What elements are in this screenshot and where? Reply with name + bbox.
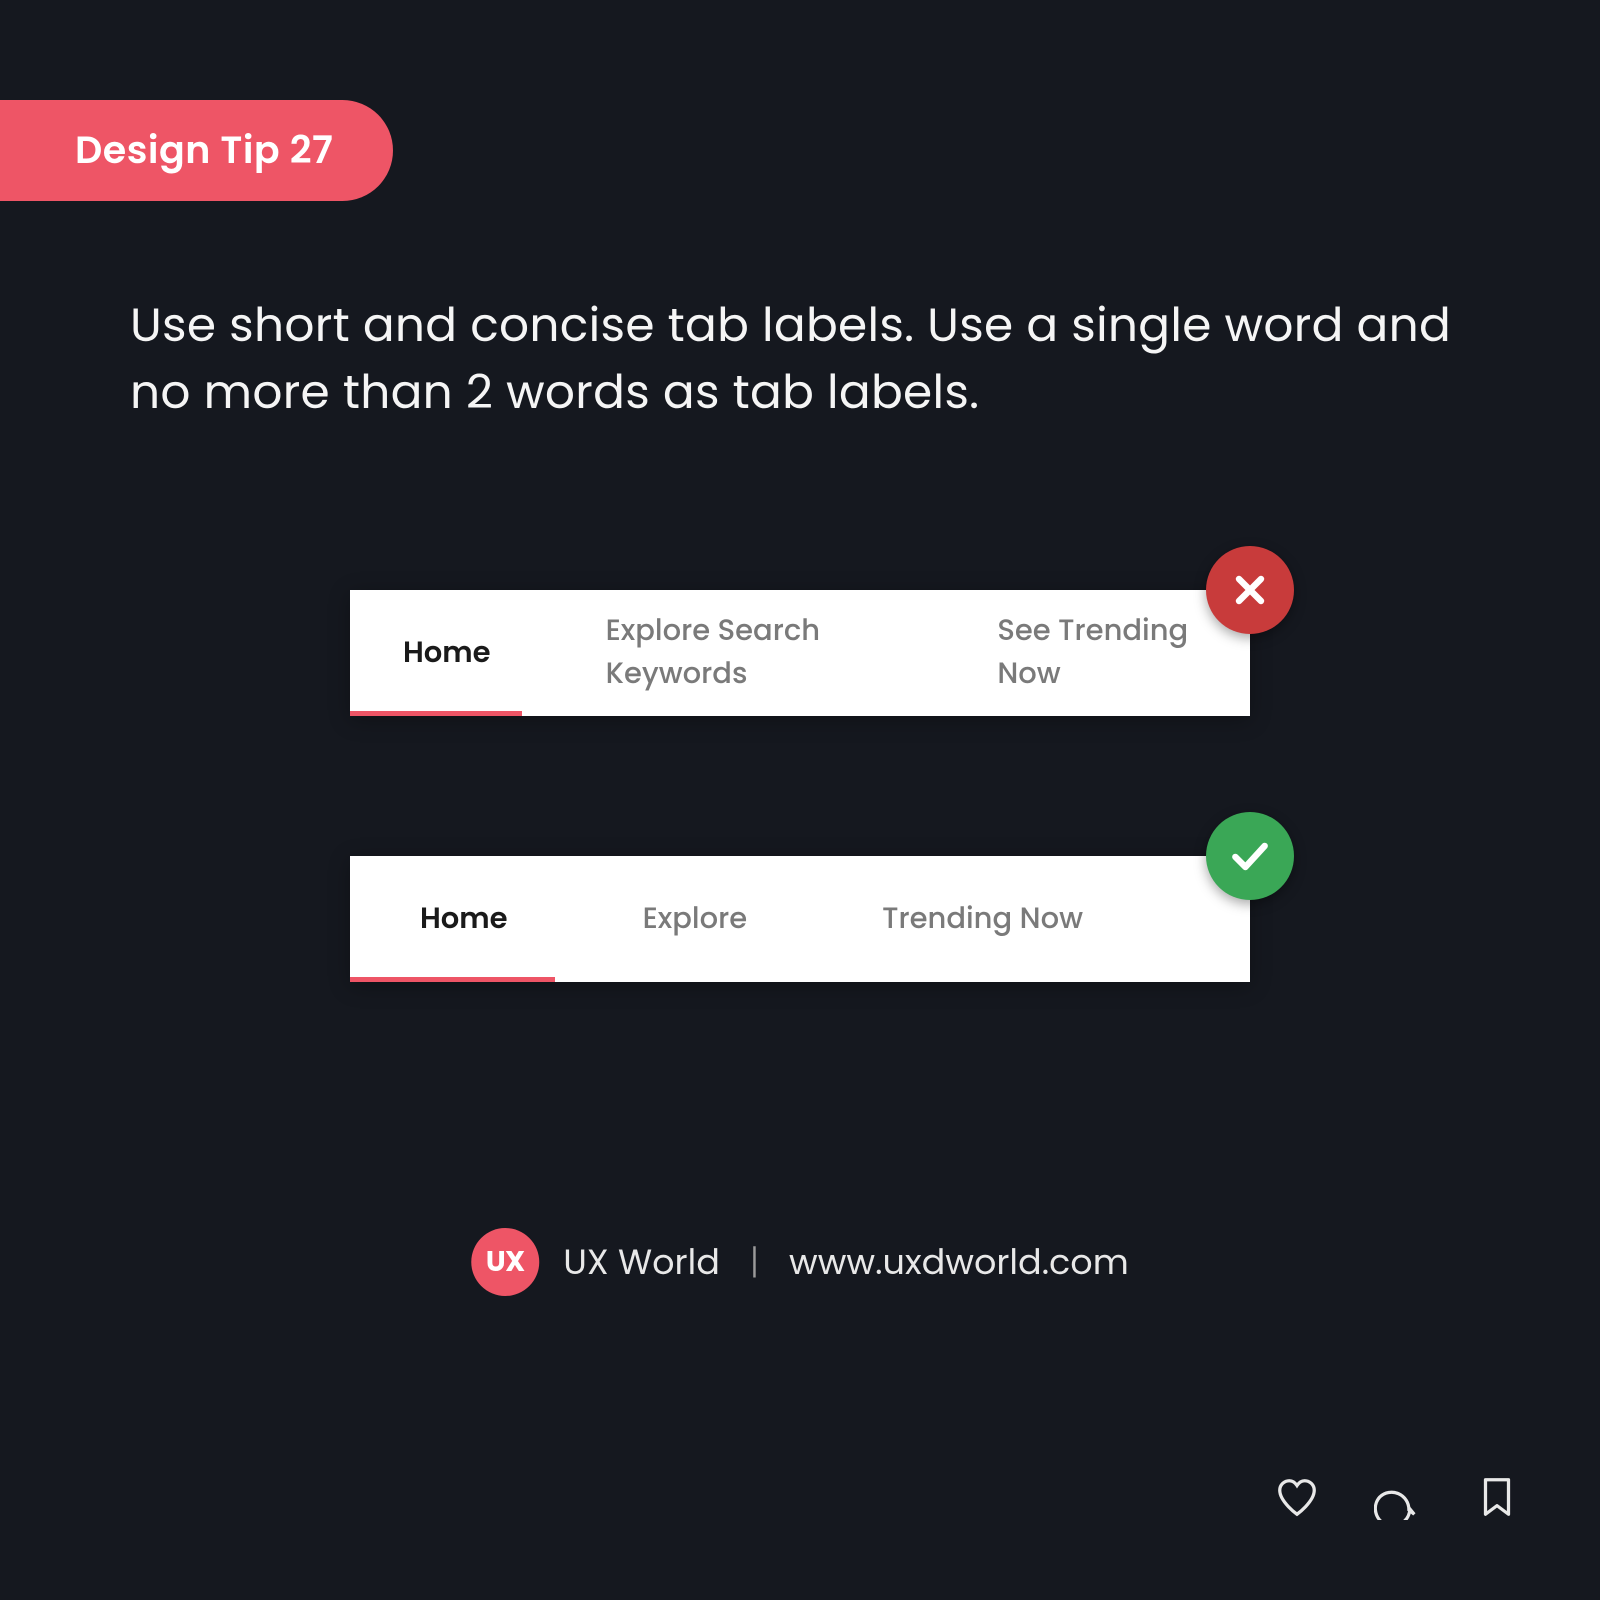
check-icon [1206,812,1294,900]
active-tab-indicator [350,977,555,982]
bad-example: Home Explore Search Keywords See Trendin… [350,590,1250,716]
comment-icon[interactable] [1374,1474,1420,1520]
good-example: Home Explore Trending Now [350,856,1250,982]
brand-url: www.uxdworld.com [789,1236,1129,1289]
brand-logo-text: UX [486,1241,525,1283]
brand-logo: UX [471,1228,539,1296]
tab-trending-long[interactable]: See Trending Now [997,610,1200,696]
bookmark-icon[interactable] [1474,1474,1520,1520]
cross-icon [1206,546,1294,634]
tab-explore[interactable]: Explore [643,898,748,941]
action-bar [1274,1474,1520,1520]
tab-home[interactable]: Home [420,898,508,941]
tab-bar-bad: Home Explore Search Keywords See Trendin… [350,590,1250,716]
tip-description: Use short and concise tab labels. Use a … [130,293,1470,426]
examples-section: Home Explore Search Keywords See Trendin… [350,590,1250,982]
active-tab-indicator [350,711,522,716]
tip-badge: Design Tip 27 [0,100,393,201]
tip-badge-label: Design Tip 27 [75,124,333,177]
brand-separator: | [750,1236,759,1289]
tab-home[interactable]: Home [403,632,491,675]
design-tip-card: Design Tip 27 Use short and concise tab … [0,0,1600,1600]
brand-name: UX World [563,1236,720,1289]
tab-explore-long[interactable]: Explore Search Keywords [606,610,888,696]
heart-icon[interactable] [1274,1474,1320,1520]
brand-footer: UX UX World | www.uxdworld.com [471,1228,1128,1296]
tab-trending[interactable]: Trending Now [882,898,1083,941]
tab-bar-good: Home Explore Trending Now [350,856,1250,982]
